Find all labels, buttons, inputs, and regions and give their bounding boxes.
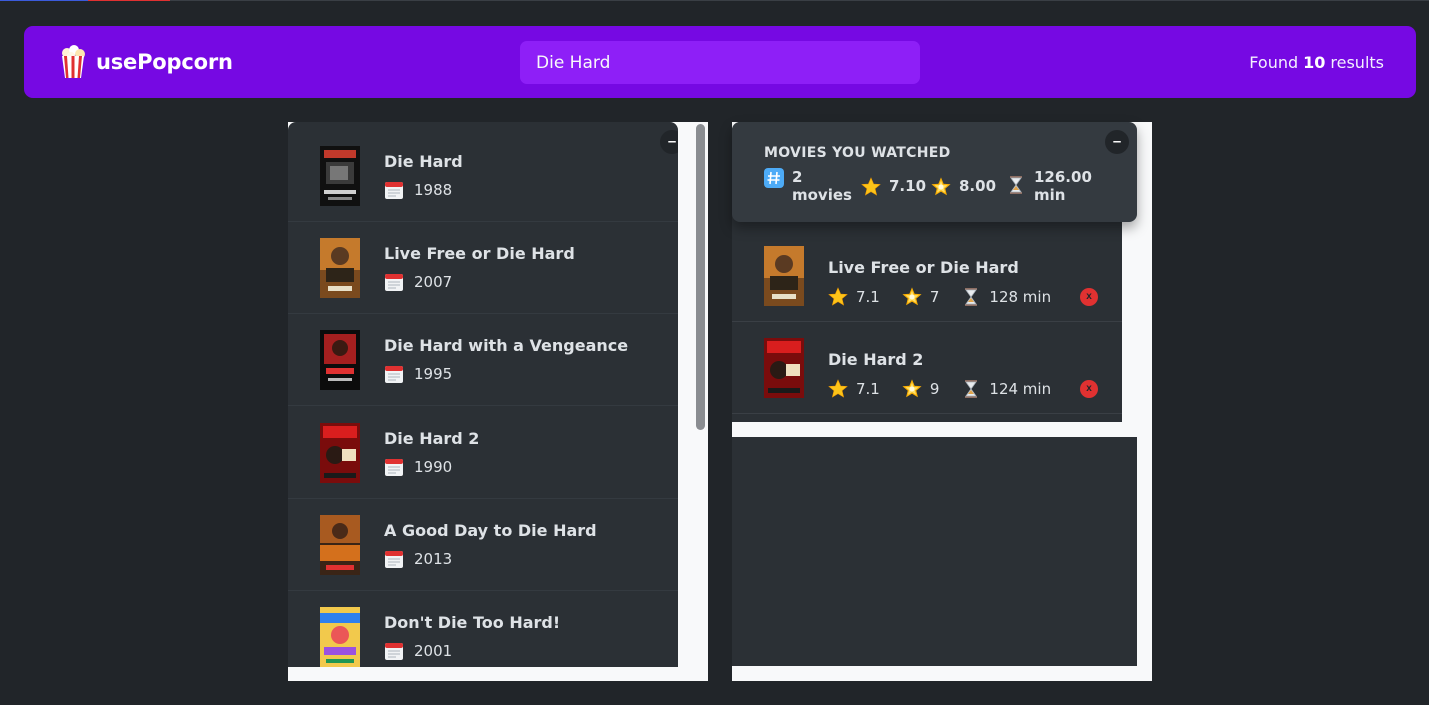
movie-poster: [320, 238, 360, 298]
movie-year: 1988: [384, 180, 452, 200]
movie-title: Die Hard: [384, 152, 463, 171]
movie-list-item[interactable]: Die Hard 2 1990: [288, 407, 678, 499]
watched-user-rating: 9: [902, 379, 940, 399]
watched-runtime: 124 min: [961, 379, 1051, 399]
movie-list-item[interactable]: Die Hard 1988: [288, 130, 678, 222]
movie-list-item[interactable]: Die Hard with a Vengeance 1995: [288, 314, 678, 406]
calendar-icon: [385, 182, 403, 199]
watched-toggle-button[interactable]: –: [1105, 130, 1129, 154]
watched-title: Die Hard 2: [828, 350, 924, 369]
results-toggle-button[interactable]: –: [660, 130, 678, 154]
watched-imdb-value: 7.1: [856, 380, 880, 398]
movie-poster: [320, 423, 360, 483]
calendar-icon: [385, 643, 403, 660]
watched-user-rating: 7: [902, 287, 940, 307]
movie-poster: [320, 146, 360, 206]
summary-title: MOVIES YOU WATCHED: [764, 145, 951, 161]
watched-box-bottom: [732, 437, 1137, 666]
movie-year: 2001: [384, 641, 452, 661]
movie-poster: [320, 515, 360, 575]
movie-year-value: 1995: [414, 365, 453, 383]
summary-count: 2 movies: [764, 168, 852, 204]
hourglass-icon: [965, 288, 978, 306]
movie-list-item[interactable]: A Good Day to Die Hard 2013: [288, 499, 678, 591]
summary-runtime-text: 126.00 min: [1034, 168, 1092, 204]
movie-poster: [764, 246, 804, 306]
watched-user-value: 9: [929, 380, 940, 398]
app-title: usePopcorn: [96, 50, 233, 74]
movie-year-value: 2001: [414, 642, 453, 660]
summary-runtime: 126.00 min: [1006, 168, 1092, 204]
calendar-icon: [385, 366, 403, 383]
results-suffix: results: [1330, 52, 1384, 72]
calendar-icon: [385, 551, 403, 568]
summary-count-number: 2: [792, 168, 803, 186]
summary-user-value: 8.00: [959, 177, 997, 195]
window-top-border: [0, 0, 1429, 1]
watched-summary: MOVIES YOU WATCHED 2 movies 7.10 8.00 126…: [732, 122, 1137, 222]
hash-icon: [764, 168, 784, 188]
summary-runtime-unit: min: [1034, 186, 1066, 204]
movie-title: Die Hard 2: [384, 429, 480, 448]
movie-list-item[interactable]: Don't Die Too Hard! 2001: [288, 591, 678, 667]
movie-poster: [320, 607, 360, 667]
movie-title: Die Hard with a Vengeance: [384, 336, 629, 355]
movie-year-value: 1990: [414, 458, 453, 476]
watched-user-value: 7: [929, 288, 940, 306]
watched-imdb-rating: 7.1: [828, 287, 880, 307]
watched-stats: 7.1 7 128 min: [828, 287, 1073, 307]
search-input[interactable]: [520, 41, 920, 84]
watched-list-item[interactable]: Die Hard 2 7.1 9 124 min x: [732, 322, 1122, 414]
movie-year: 1995: [384, 364, 452, 384]
movie-year-value: 1988: [414, 181, 453, 199]
glowing-star-icon: [902, 287, 922, 306]
glowing-star-icon: [931, 177, 951, 196]
watched-runtime: 128 min: [961, 287, 1051, 307]
watched-runtime-value: 124 min: [989, 380, 1052, 398]
delete-watched-button[interactable]: x: [1080, 380, 1098, 398]
movie-list-item[interactable]: Live Free or Die Hard 2007: [288, 222, 678, 314]
movie-year-value: 2013: [414, 550, 453, 568]
star-icon: [828, 287, 848, 306]
movie-year: 1990: [384, 457, 452, 477]
popcorn-icon: [62, 45, 85, 78]
results-count: Found 10 results: [1249, 26, 1384, 98]
summary-count-text: 2 movies: [792, 168, 852, 204]
summary-user-rating: 8.00: [931, 177, 996, 197]
star-icon: [828, 379, 848, 398]
watched-imdb-value: 7.1: [856, 288, 880, 306]
results-prefix: Found: [1249, 52, 1299, 72]
watched-stats: 7.1 9 124 min: [828, 379, 1073, 399]
results-box: – Die Hard 1988 Live Free or Die Hard 20…: [288, 122, 678, 667]
watched-runtime-value: 128 min: [989, 288, 1052, 306]
hourglass-icon: [965, 380, 978, 398]
movie-title: Live Free or Die Hard: [384, 244, 575, 263]
hourglass-icon: [1010, 176, 1022, 194]
movie-year: 2007: [384, 272, 452, 292]
watched-title: Live Free or Die Hard: [828, 258, 1019, 277]
movie-title: A Good Day to Die Hard: [384, 521, 597, 540]
movie-year: 2013: [384, 549, 452, 569]
delete-watched-button[interactable]: x: [1080, 288, 1098, 306]
watched-imdb-rating: 7.1: [828, 379, 880, 399]
glowing-star-icon: [902, 379, 922, 398]
movie-poster: [320, 330, 360, 390]
summary-count-label: movies: [792, 186, 852, 204]
movie-poster: [764, 338, 804, 398]
movie-title: Don't Die Too Hard!: [384, 613, 561, 632]
calendar-icon: [385, 274, 403, 291]
navbar: usePopcorn Found10results: [24, 26, 1416, 98]
results-scrollbar-thumb[interactable]: [696, 124, 705, 430]
summary-runtime-value: 126.00: [1034, 168, 1092, 186]
watched-list-item[interactable]: Live Free or Die Hard 7.1 7 128 min x: [732, 230, 1122, 322]
summary-imdb-value: 7.10: [889, 177, 927, 195]
movie-year-value: 2007: [414, 273, 453, 291]
calendar-icon: [385, 459, 403, 476]
logo: usePopcorn: [58, 26, 233, 98]
star-icon: [861, 177, 881, 196]
results-number: 10: [1303, 52, 1326, 72]
summary-imdb-rating: 7.10: [861, 177, 926, 197]
